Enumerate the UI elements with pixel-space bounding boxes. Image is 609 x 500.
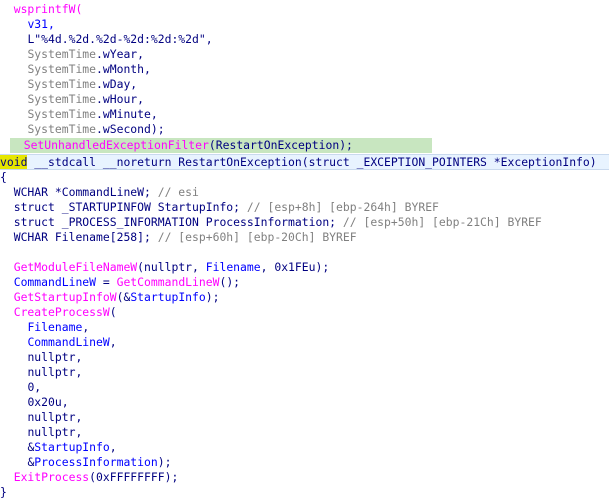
function-name[interactable]: GetStartupInfoW <box>14 290 117 304</box>
variable-name[interactable]: SystemTime <box>27 62 96 76</box>
function-signature-line[interactable]: void __stdcall __noreturn RestartOnExcep… <box>0 154 609 170</box>
pseudocode-view[interactable]: wsprintfW( v31, L"%4d.%2d.%2d-%2d:%2d:%2… <box>0 0 609 500</box>
member-access: .wDay, <box>96 77 138 91</box>
brace: } <box>0 485 7 499</box>
code-line[interactable]: { <box>0 170 609 185</box>
paren: ); <box>205 290 220 304</box>
function-name[interactable]: GetCommandLineW <box>117 275 220 289</box>
code-line[interactable]: nullptr, <box>0 410 609 425</box>
code-line[interactable]: SystemTime.wYear, <box>0 47 609 62</box>
variable-name[interactable]: SystemTime <box>27 107 96 121</box>
code-line[interactable]: v31, <box>0 17 609 32</box>
code-line[interactable]: CommandLineW = GetCommandLineW(); <box>0 275 609 290</box>
variable-name[interactable]: StartupInfo <box>130 290 205 304</box>
paren: (); <box>219 275 241 289</box>
code-line[interactable]: Filename, <box>0 320 609 335</box>
comma: , <box>82 320 90 334</box>
comment: // [esp+8h] [ebp-264h] BYREF <box>246 200 439 214</box>
argument-list: , 0x1FEu); <box>260 260 330 274</box>
paren: (& <box>116 290 131 304</box>
argument: nullptr, <box>27 365 83 379</box>
string-literal: L"%4d.%2d.%2d-%2d:%2d:%2d", <box>27 32 213 46</box>
variable-name[interactable]: SystemTime <box>27 77 96 91</box>
function-reference[interactable]: RestartOnException <box>216 138 339 152</box>
declaration[interactable]: struct _STARTUPINFOW StartupInfo; <box>14 200 247 214</box>
argument-list: (0xFFFFFFFF); <box>89 470 179 484</box>
code-line[interactable]: WCHAR *CommandLineW; // esi <box>0 185 609 200</box>
argument: 0x20u, <box>27 395 69 409</box>
variable-name[interactable]: Filename <box>206 260 261 274</box>
variable-name[interactable]: ProcessInformation <box>34 455 157 469</box>
variable-name[interactable]: SystemTime <box>27 92 96 106</box>
highlighted-code-line[interactable]: SetUnhandledExceptionFilter(RestartOnExc… <box>10 138 432 153</box>
code-line[interactable]: WCHAR Filename[258]; // [esp+60h] [ebp-2… <box>0 230 609 245</box>
member-access: .wMinute, <box>96 107 158 121</box>
argument: nullptr, <box>27 425 83 439</box>
comma: , <box>109 335 117 349</box>
variable-name[interactable]: SystemTime <box>27 47 96 61</box>
code-line[interactable]: &ProcessInformation); <box>0 455 609 470</box>
code-line[interactable]: nullptr, <box>0 350 609 365</box>
variable-name[interactable]: v31, <box>27 17 54 31</box>
code-line[interactable]: CreateProcessW( <box>0 305 609 320</box>
variable-name[interactable]: StartupInfo <box>34 440 109 454</box>
code-line[interactable]: ExitProcess(0xFFFFFFFF); <box>0 470 609 485</box>
code-line[interactable]: GetModuleFileNameW(nullptr, Filename, 0x… <box>0 260 609 275</box>
function-name[interactable]: SetUnhandledExceptionFilter <box>24 138 209 152</box>
member-access: .wHour, <box>96 92 145 106</box>
function-name[interactable]: ExitProcess <box>14 470 89 484</box>
comment: // esi <box>157 185 199 199</box>
code-line[interactable]: nullptr, <box>0 365 609 380</box>
code-line[interactable]: struct _STARTUPINFOW StartupInfo; // [es… <box>0 200 609 215</box>
code-line[interactable]: &StartupInfo, <box>0 440 609 455</box>
code-line[interactable]: struct _PROCESS_INFORMATION ProcessInfor… <box>0 215 609 230</box>
member-access: .wSecond); <box>96 122 165 136</box>
comment: // [esp+60h] [ebp-20Ch] BYREF <box>157 230 357 244</box>
code-line[interactable]: wsprintfW( <box>0 2 609 17</box>
variable-name[interactable]: SystemTime <box>27 122 96 136</box>
paren: ( <box>208 138 216 152</box>
declaration[interactable]: WCHAR Filename[258]; <box>14 230 158 244</box>
code-line[interactable]: SystemTime.wSecond); <box>0 122 609 137</box>
code-line[interactable]: } <box>0 485 609 500</box>
comma: , <box>109 440 117 454</box>
code-line[interactable]: L"%4d.%2d.%2d-%2d:%2d:%2d", <box>0 32 609 47</box>
code-line[interactable]: 0x20u, <box>0 395 609 410</box>
variable-name[interactable]: Filename <box>27 320 82 334</box>
code-line[interactable]: SystemTime.wMinute, <box>0 107 609 122</box>
member-access: .wYear, <box>96 47 145 61</box>
paren: ); <box>157 455 172 469</box>
code-line[interactable]: SystemTime.wDay, <box>0 77 609 92</box>
declaration[interactable]: WCHAR *CommandLineW; <box>14 185 158 199</box>
function-name[interactable]: CreateProcessW <box>14 305 110 319</box>
code-line[interactable]: SystemTime.wHour, <box>0 92 609 107</box>
return-type-keyword[interactable]: void <box>0 155 28 169</box>
function-name[interactable]: wsprintfW( <box>14 2 83 16</box>
code-line[interactable]: 0, <box>0 380 609 395</box>
argument: nullptr, <box>27 350 83 364</box>
argument: 0, <box>27 380 42 394</box>
declaration[interactable]: struct _PROCESS_INFORMATION ProcessInfor… <box>14 215 343 229</box>
code-line[interactable]: GetStartupInfoW(&StartupInfo); <box>0 290 609 305</box>
comment: // [esp+50h] [ebp-21Ch] BYREF <box>342 215 542 229</box>
variable-name[interactable]: CommandLineW <box>14 275 96 289</box>
member-access: .wMonth, <box>96 62 151 76</box>
argument-list: (nullptr, <box>137 260 206 274</box>
code-line[interactable]: nullptr, <box>0 425 609 440</box>
variable-name[interactable]: CommandLineW <box>27 335 109 349</box>
brace: { <box>0 170 7 184</box>
function-signature[interactable]: __stdcall __noreturn RestartOnException(… <box>27 155 596 169</box>
paren: ); <box>339 138 353 152</box>
operator: = <box>96 275 117 289</box>
argument: nullptr, <box>27 410 83 424</box>
paren: ( <box>109 305 117 319</box>
code-line[interactable]: SystemTime.wMonth, <box>0 62 609 77</box>
code-line[interactable]: CommandLineW, <box>0 335 609 350</box>
function-name[interactable]: GetModuleFileNameW <box>14 260 137 274</box>
